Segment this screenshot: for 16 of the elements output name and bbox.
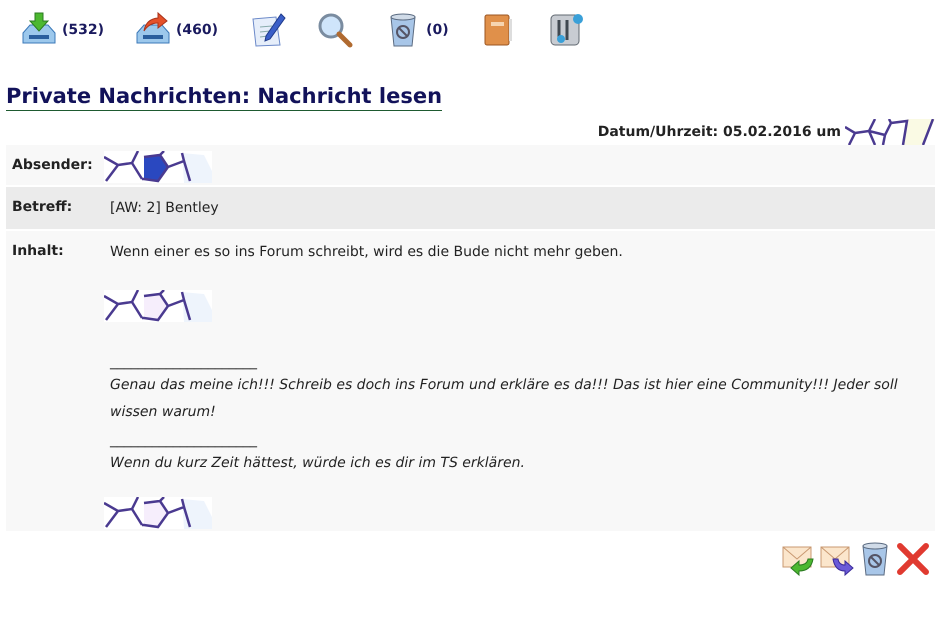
page-title: Private Nachrichten: Nachricht lesen [6,84,442,111]
field-label: Betreff: [12,199,72,215]
message-text: [AW: 2] Bentley [110,199,220,218]
search-icon[interactable] [316,11,354,49]
message-text: Wenn einer es so ins Forum schreibt, wird es die Bude nicht mehr geben. [110,243,624,262]
close-icon[interactable] [895,541,931,577]
date-time-label: Datum/Uhrzeit: 05.02.2016 um [598,124,841,140]
message-count: (460) [176,22,218,38]
quote-text: Wenn du kurz Zeit hättest, würde ich es dir im TS erklären. [110,454,526,473]
separator-line: _____________________ [110,431,258,450]
message-count: (0) [426,22,449,38]
field-label: Inhalt: [12,243,64,259]
quote-text: Genau das meine ich!!! Schreib es doch ins Forum und erkläre es da!!! Das ist hier eine Community!!! Jeder soll wissen warum! [110,376,899,422]
separator-line: _____________________ [110,353,258,372]
field-label: Absender: [12,157,93,173]
message-count: (532) [62,22,104,38]
